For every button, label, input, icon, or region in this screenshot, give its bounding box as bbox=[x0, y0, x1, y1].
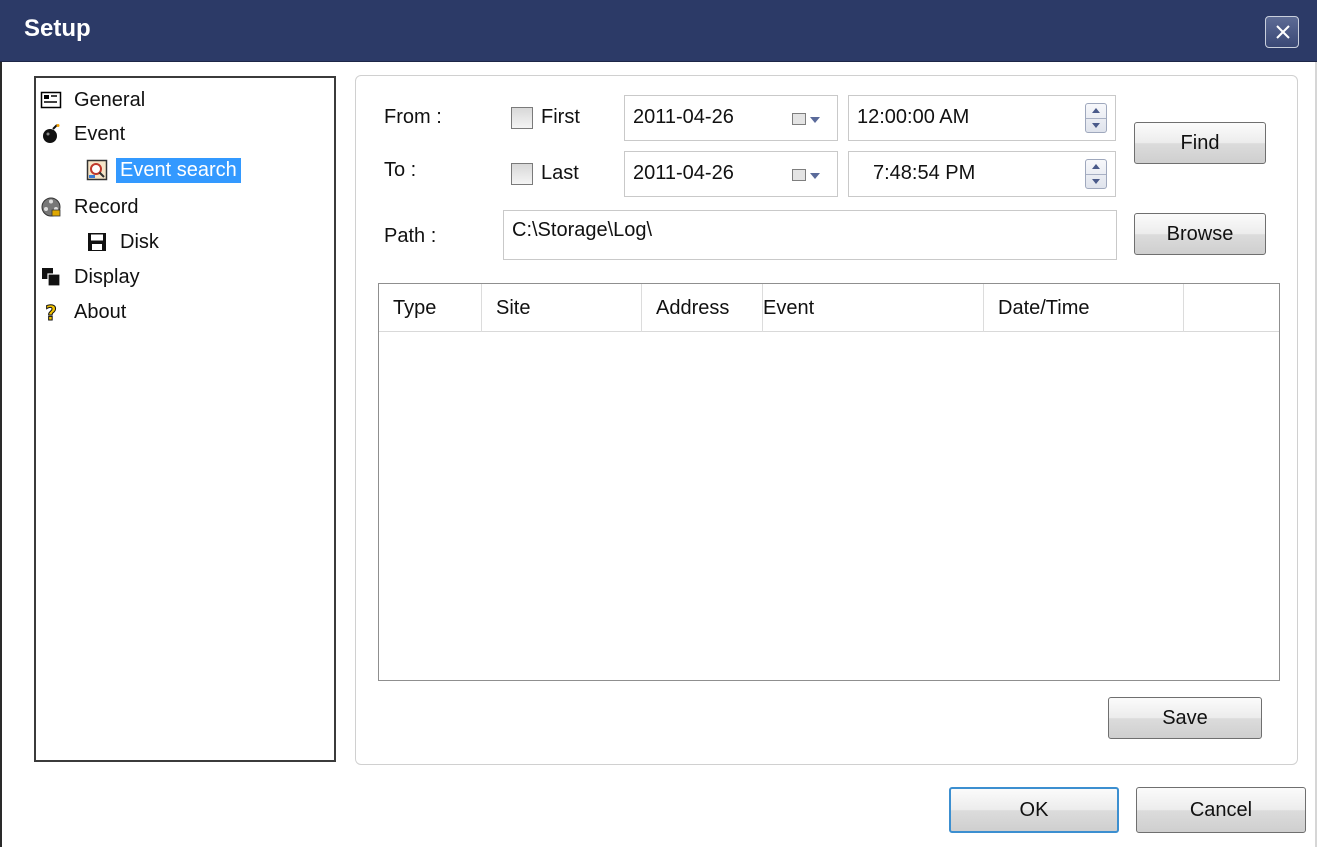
dropdown-arrow-icon[interactable] bbox=[810, 117, 820, 123]
tree-item-label: Record bbox=[74, 195, 139, 218]
about-icon: ? bbox=[40, 301, 62, 326]
calendar-icon[interactable] bbox=[792, 113, 806, 125]
path-value: C:\Storage\Log\ bbox=[512, 219, 653, 241]
to-date-value: 2011-04-26 bbox=[633, 162, 734, 184]
tree-item-general[interactable]: General bbox=[40, 84, 149, 116]
spin-down-icon[interactable] bbox=[1092, 179, 1100, 184]
save-button[interactable]: Save bbox=[1108, 697, 1262, 739]
path-label: Path : bbox=[384, 225, 437, 247]
column-header-datetime[interactable]: Date/Time bbox=[984, 284, 1184, 332]
column-header-address[interactable]: Address bbox=[642, 284, 763, 332]
first-checkbox[interactable] bbox=[511, 107, 533, 129]
from-time-value: 12:00:00 AM bbox=[857, 106, 970, 128]
results-table[interactable]: Type Site Address Event Date/Time bbox=[378, 283, 1280, 681]
record-icon bbox=[40, 196, 62, 218]
window-title: Setup bbox=[24, 15, 91, 42]
calendar-icon[interactable] bbox=[792, 169, 806, 181]
close-button[interactable] bbox=[1265, 16, 1299, 48]
spin-down-icon[interactable] bbox=[1092, 123, 1100, 128]
column-header-type[interactable]: Type bbox=[379, 284, 482, 332]
to-time-field[interactable]: 7:48:54 PM bbox=[848, 151, 1116, 197]
tree-item-event-search[interactable]: Event search bbox=[86, 154, 241, 186]
dropdown-arrow-icon[interactable] bbox=[810, 173, 820, 179]
tree-item-label: Display bbox=[74, 265, 140, 288]
tree-item-label: Event search bbox=[116, 157, 241, 183]
close-icon bbox=[1276, 25, 1290, 39]
from-time-field[interactable]: 12:00:00 AM bbox=[848, 95, 1116, 141]
from-date-value: 2011-04-26 bbox=[633, 106, 734, 128]
to-time-spinner[interactable] bbox=[1085, 159, 1107, 189]
ok-button[interactable]: OK bbox=[949, 787, 1119, 833]
table-header: Type Site Address Event Date/Time bbox=[379, 284, 1279, 332]
from-time-spinner[interactable] bbox=[1085, 103, 1107, 133]
event-search-icon bbox=[86, 159, 108, 181]
to-time-value: 7:48:54 PM bbox=[873, 162, 976, 184]
window-border bbox=[0, 62, 2, 847]
tree-item-record[interactable]: Record bbox=[40, 191, 142, 223]
tree-item-label: About bbox=[74, 300, 127, 323]
last-label: Last bbox=[541, 162, 579, 184]
column-header-site[interactable]: Site bbox=[482, 284, 642, 332]
setup-tree[interactable]: General Event Event search Record Disk D… bbox=[34, 76, 336, 762]
spin-up-icon[interactable] bbox=[1092, 164, 1100, 169]
column-header-event[interactable]: Event bbox=[763, 284, 984, 332]
display-icon bbox=[40, 266, 62, 288]
tree-item-label: General bbox=[74, 88, 146, 111]
first-label: First bbox=[541, 106, 580, 128]
spin-up-icon[interactable] bbox=[1092, 108, 1100, 113]
title-bar: Setup bbox=[0, 0, 1317, 62]
general-icon bbox=[40, 89, 62, 111]
disk-icon bbox=[86, 231, 108, 253]
event-icon bbox=[40, 123, 62, 145]
svg-text:?: ? bbox=[45, 301, 57, 323]
path-input[interactable]: C:\Storage\Log\ bbox=[503, 210, 1117, 260]
cancel-button[interactable]: Cancel bbox=[1136, 787, 1306, 833]
tree-item-disk[interactable]: Disk bbox=[86, 226, 163, 258]
last-checkbox[interactable] bbox=[511, 163, 533, 185]
column-header-filler bbox=[1184, 284, 1279, 332]
tree-item-about[interactable]: ? About bbox=[40, 296, 130, 328]
tree-item-display[interactable]: Display bbox=[40, 261, 144, 293]
to-label: To : bbox=[384, 159, 417, 181]
setup-window: Setup General Event Event search Record … bbox=[0, 0, 1317, 847]
from-label: From : bbox=[384, 106, 442, 128]
tree-item-event[interactable]: Event bbox=[40, 118, 129, 150]
tree-item-label: Event bbox=[74, 122, 126, 145]
browse-button[interactable]: Browse bbox=[1134, 213, 1266, 255]
tree-item-label: Disk bbox=[120, 230, 159, 253]
find-button[interactable]: Find bbox=[1134, 122, 1266, 164]
